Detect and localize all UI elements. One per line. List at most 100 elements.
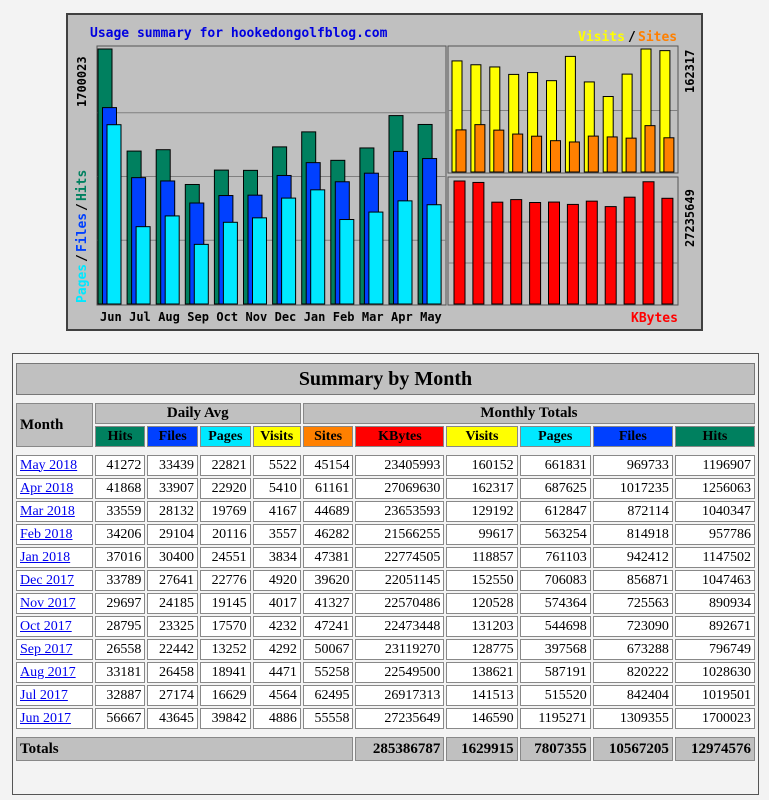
table-body-spacer	[16, 449, 755, 453]
sites-bar	[531, 135, 543, 173]
monthly-col-kbytes: KBytes	[355, 426, 445, 447]
table-row: May 2018 41272 33439 22821 5522 45154 23405993…	[16, 455, 755, 476]
monthly-files-cell: 725563	[592, 593, 673, 614]
daily-hits-cell: 37016	[94, 547, 146, 568]
totals-label: Totals	[16, 737, 354, 761]
x-tick-label: Nov	[246, 310, 268, 324]
month-link[interactable]: Dec 2017	[20, 573, 74, 588]
daily-pages-cell: 20116	[199, 524, 251, 545]
sites-bar	[550, 140, 561, 173]
monthly-kbytes-cell: 22051145	[355, 570, 445, 591]
pages-bar	[310, 189, 326, 305]
daily-files-cell: 28132	[147, 501, 198, 522]
month-link[interactable]: Aug 2017	[20, 665, 76, 680]
kbytes-bar	[510, 199, 523, 305]
monthly-hits-cell: 796749	[674, 639, 755, 660]
month-link[interactable]: Jun 2017	[20, 711, 71, 726]
monthly-sites-cell: 41327	[302, 593, 354, 614]
monthly-hits-cell: 1019501	[674, 685, 755, 706]
month-link[interactable]: Nov 2017	[20, 596, 76, 611]
x-tick-label: Dec	[275, 310, 297, 324]
sites-bar	[493, 129, 505, 173]
month-link[interactable]: Oct 2017	[20, 619, 72, 634]
legend-kbytes: KBytes	[631, 311, 678, 326]
daily-visits-cell: 5522	[252, 455, 301, 476]
monthly-sites-cell: 46282	[302, 524, 354, 545]
monthly-files-cell: 673288	[592, 639, 673, 660]
legend-visits: Visits	[578, 30, 625, 45]
total-kbytes: 285386787	[355, 737, 445, 761]
axis-label-hits: Hits	[75, 170, 90, 201]
daily-visits-cell: 4232	[252, 616, 301, 637]
monthly-hits-cell: 957786	[674, 524, 755, 545]
legend-sites: Sites	[638, 30, 677, 45]
monthly-pages-cell: 587191	[519, 662, 591, 683]
table-spacer	[16, 397, 755, 401]
monthly-hits-cell: 890934	[674, 593, 755, 614]
daily-visits-cell: 4886	[252, 708, 301, 729]
kbytes-bar	[585, 200, 598, 305]
month-link[interactable]: Sep 2017	[20, 642, 73, 657]
daily-pages-cell: 22920	[199, 478, 251, 499]
monthly-visits-cell: 146590	[446, 708, 518, 729]
monthly-visits-cell: 129192	[446, 501, 518, 522]
monthly-kbytes-cell: 21566255	[355, 524, 445, 545]
daily-visits-cell: 4920	[252, 570, 301, 591]
monthly-sites-cell: 44689	[302, 501, 354, 522]
daily-visits-cell: 3834	[252, 547, 301, 568]
daily-col-visits: Visits	[252, 426, 301, 447]
daily-files-cell: 27641	[147, 570, 198, 591]
month-cell: May 2018	[16, 455, 93, 476]
monthly-visits-cell: 138621	[446, 662, 518, 683]
month-link[interactable]: Feb 2018	[20, 527, 73, 542]
daily-visits-cell: 3557	[252, 524, 301, 545]
daily-pages-cell: 19769	[199, 501, 251, 522]
month-header: Month	[16, 403, 93, 447]
sites-bar	[568, 141, 580, 173]
total-files: 10567205	[592, 737, 673, 761]
daily-hits-cell: 41272	[94, 455, 146, 476]
x-tick-label: Mar	[362, 310, 384, 324]
month-link[interactable]: Jan 2018	[20, 550, 70, 565]
axis-slash-1: /	[75, 254, 90, 262]
monthly-kbytes-cell: 22774505	[355, 547, 445, 568]
table-row: Apr 2018 41868 33907 22920 5410 61161 27069630…	[16, 478, 755, 499]
month-cell: Mar 2018	[16, 501, 93, 522]
month-link[interactable]: Jul 2017	[20, 688, 68, 703]
daily-hits-cell: 33181	[94, 662, 146, 683]
daily-pages-cell: 17570	[199, 616, 251, 637]
daily-files-cell: 30400	[147, 547, 198, 568]
daily-hits-cell: 32887	[94, 685, 146, 706]
monthly-visits-cell: 120528	[446, 593, 518, 614]
daily-pages-cell: 24551	[199, 547, 251, 568]
axis-slash-2: /	[75, 203, 90, 211]
monthly-sites-cell: 50067	[302, 639, 354, 660]
daily-visits-cell: 4017	[252, 593, 301, 614]
daily-visits-cell: 4471	[252, 662, 301, 683]
daily-files-cell: 26458	[147, 662, 198, 683]
month-link[interactable]: May 2018	[20, 458, 77, 473]
monthly-hits-cell: 1700023	[674, 708, 755, 729]
x-tick-label: Oct	[216, 310, 238, 324]
axis-label-files: Files	[75, 213, 90, 252]
monthly-sites-cell: 45154	[302, 455, 354, 476]
monthly-files-cell: 723090	[592, 616, 673, 637]
kbytes-bar	[491, 201, 504, 305]
daily-visits-cell: 4292	[252, 639, 301, 660]
month-cell: Aug 2017	[16, 662, 93, 683]
daily-avg-header: Daily Avg	[94, 403, 301, 424]
daily-pages-cell: 13252	[199, 639, 251, 660]
daily-hits-cell: 29697	[94, 593, 146, 614]
total-pages: 7807355	[519, 737, 591, 761]
month-link[interactable]: Apr 2018	[20, 481, 73, 496]
daily-hits-cell: 41868	[94, 478, 146, 499]
daily-files-cell: 33907	[147, 478, 198, 499]
monthly-files-cell: 942412	[592, 547, 673, 568]
daily-files-cell: 24185	[147, 593, 198, 614]
monthly-kbytes-cell: 27069630	[355, 478, 445, 499]
usage-chart: Jun Jul Aug Sep Oct Nov Dec Jan Feb Mar Apr May Usa…	[75, 26, 697, 326]
month-link[interactable]: Mar 2018	[20, 504, 75, 519]
kbytes-bar	[566, 203, 579, 305]
table-top-spacer	[16, 357, 755, 361]
monthly-visits-cell: 118857	[446, 547, 518, 568]
